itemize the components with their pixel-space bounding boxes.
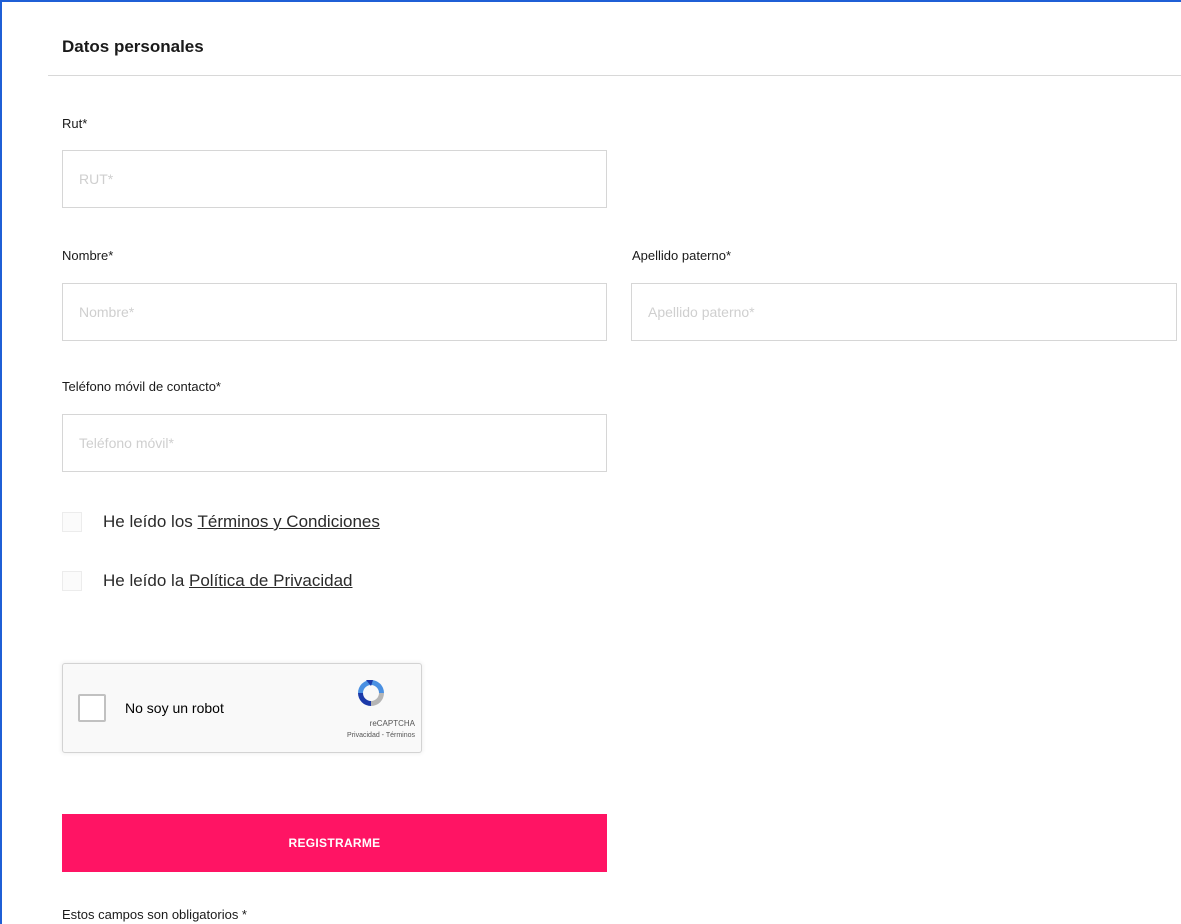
terms-row: He leído los Términos y Condiciones [62,510,380,534]
section-divider [48,75,1181,76]
recaptcha-label: No soy un robot [125,700,224,716]
nombre-label: Nombre* [62,248,114,263]
recaptcha-brand: reCAPTCHA [369,719,415,728]
apellido-input[interactable] [631,283,1177,341]
telefono-label: Teléfono móvil de contacto* [62,379,221,394]
terms-checkbox[interactable] [62,512,82,532]
privacy-row: He leído la Política de Privacidad [62,569,352,593]
section-title: Datos personales [62,37,204,56]
recaptcha-checkbox[interactable] [78,694,106,722]
terms-link[interactable]: Términos y Condiciones [198,512,380,532]
rut-input[interactable] [62,150,607,208]
apellido-label: Apellido paterno* [632,248,732,263]
telefono-input[interactable] [62,414,607,472]
required-fields-note: Estos campos son obligatorios * [62,907,247,922]
recaptcha-links[interactable]: Privacidad - Términos [347,732,415,739]
recaptcha-logo-icon [358,680,384,706]
recaptcha-widget: No soy un robot reCAPTCHA Privacidad - T… [62,663,422,753]
privacy-text: He leído la [103,571,189,590]
privacy-checkbox[interactable] [62,571,82,591]
nombre-input[interactable] [62,283,607,341]
rut-label: Rut* [62,116,88,131]
privacy-link[interactable]: Política de Privacidad [189,571,352,591]
terms-text: He leído los [103,512,198,531]
register-button[interactable]: REGISTRARME [62,814,607,872]
